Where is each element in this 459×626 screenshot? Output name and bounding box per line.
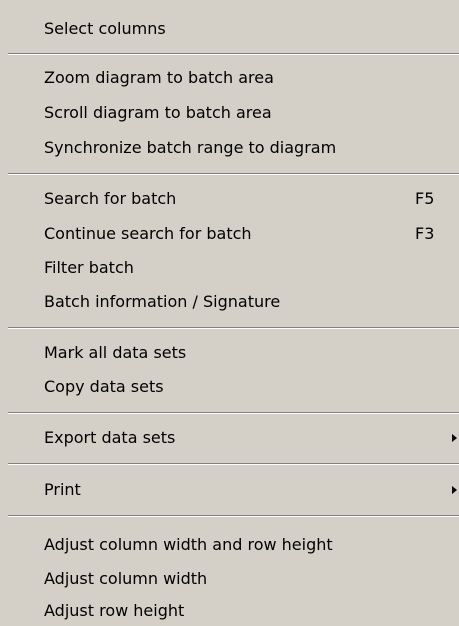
menu-item-label: Adjust column width — [44, 569, 208, 588]
menu-separator — [8, 412, 459, 414]
menu-item-continue-search[interactable]: Continue search for batch F3 — [0, 219, 459, 249]
menu-separator — [8, 53, 459, 55]
menu-separator — [8, 463, 459, 465]
menu-item-search-batch[interactable]: Search for batch F5 — [0, 184, 459, 214]
shortcut-label: F5 — [415, 189, 435, 208]
menu-item-label: Print — [44, 480, 81, 499]
menu-item-label: Search for batch — [44, 189, 177, 208]
menu-item-label: Synchronize batch range to diagram — [44, 138, 337, 157]
menu-item-zoom-diagram[interactable]: Zoom diagram to batch area — [0, 63, 459, 93]
menu-item-label: Batch information / Signature — [44, 292, 281, 311]
menu-item-label: Continue search for batch — [44, 224, 252, 243]
menu-item-adjust-row[interactable]: Adjust row height — [0, 596, 459, 626]
menu-item-export-data-sets[interactable]: Export data sets — [0, 423, 459, 453]
menu-separator — [8, 327, 459, 329]
context-menu: Select columns Zoom diagram to batch are… — [0, 0, 459, 626]
submenu-arrow-icon — [452, 486, 457, 494]
submenu-arrow-icon — [452, 434, 457, 442]
menu-item-synchronize-batch[interactable]: Synchronize batch range to diagram — [0, 133, 459, 163]
shortcut-label: F3 — [415, 224, 435, 243]
menu-item-label: Zoom diagram to batch area — [44, 68, 274, 87]
menu-item-select-columns[interactable]: Select columns — [0, 14, 459, 44]
menu-item-adjust-column-row[interactable]: Adjust column width and row height — [0, 530, 459, 560]
menu-item-batch-information[interactable]: Batch information / Signature — [0, 287, 459, 317]
menu-item-label: Copy data sets — [44, 377, 164, 396]
menu-item-label: Adjust column width and row height — [44, 535, 333, 554]
menu-separator — [8, 515, 459, 517]
menu-item-print[interactable]: Print — [0, 475, 459, 505]
menu-item-filter-batch[interactable]: Filter batch — [0, 253, 459, 283]
menu-item-label: Scroll diagram to batch area — [44, 103, 272, 122]
menu-item-label: Filter batch — [44, 258, 134, 277]
menu-item-label: Adjust row height — [44, 601, 185, 620]
menu-item-adjust-column[interactable]: Adjust column width — [0, 564, 459, 594]
menu-item-label: Mark all data sets — [44, 343, 187, 362]
menu-item-label: Select columns — [44, 19, 166, 38]
menu-separator — [8, 173, 459, 175]
menu-item-copy-data-sets[interactable]: Copy data sets — [0, 372, 459, 402]
menu-item-scroll-diagram[interactable]: Scroll diagram to batch area — [0, 98, 459, 128]
menu-item-label: Export data sets — [44, 428, 176, 447]
menu-item-mark-all[interactable]: Mark all data sets — [0, 338, 459, 368]
